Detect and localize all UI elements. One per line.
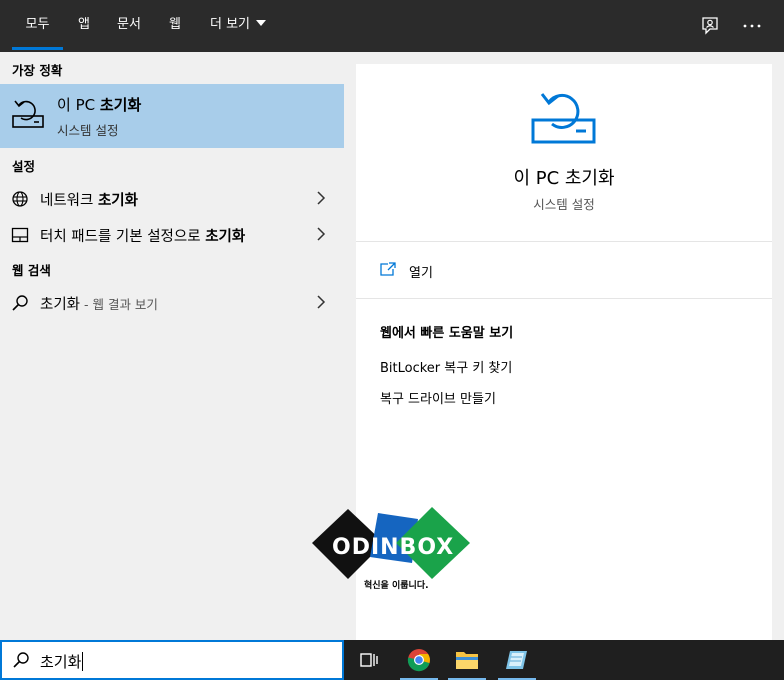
chevron-right-icon[interactable] — [316, 295, 326, 309]
settings-header: 설정 — [12, 159, 36, 174]
touchpad-icon — [11, 227, 29, 243]
reset-pc-icon — [531, 93, 596, 144]
best-match-item[interactable]: 이 PC 초기화 시스템 설정 — [0, 84, 344, 148]
open-label: 열기 — [409, 266, 433, 281]
tab-more[interactable]: 더 보기 — [202, 0, 274, 52]
file-explorer-taskbar-button[interactable] — [444, 640, 490, 680]
search-icon — [13, 652, 29, 668]
preview-subtitle: 시스템 설정 — [533, 197, 595, 212]
odinbox-logo: ODINBOX 혁신을 이룹니다. — [312, 505, 472, 595]
chevron-right-icon[interactable] — [316, 227, 326, 241]
divider — [356, 298, 772, 299]
search-icon — [12, 295, 28, 311]
text-cursor — [82, 652, 84, 671]
chevron-right-icon[interactable] — [316, 191, 326, 205]
task-view-button[interactable] — [346, 640, 392, 680]
folder-icon — [456, 652, 478, 669]
preview-title: 이 PC 초기화 — [513, 168, 615, 189]
tab-all[interactable]: 모두 — [12, 0, 63, 52]
app-taskbar-button[interactable] — [494, 640, 540, 680]
logo-text: ODINBOX — [332, 535, 455, 560]
tab-web[interactable]: 웹 — [160, 0, 190, 52]
taskbar — [344, 640, 784, 680]
open-button[interactable]: 열기 — [356, 242, 772, 298]
web-search-label: 초기화 - 웹 결과 보기 — [40, 297, 158, 313]
tab-documents[interactable]: 문서 — [110, 0, 148, 52]
chrome-taskbar-button[interactable] — [396, 640, 442, 680]
tab-label: 문서 — [117, 17, 141, 32]
chevron-down-icon — [256, 20, 266, 26]
notebook-app-icon — [506, 651, 527, 669]
web-search-header: 웹 검색 — [12, 263, 51, 278]
web-help-link-recovery-drive[interactable]: 복구 드라이브 만들기 — [380, 388, 496, 407]
feedback-icon[interactable] — [698, 14, 722, 38]
tab-label: 웹 — [169, 17, 181, 32]
tab-apps[interactable]: 앱 — [70, 0, 98, 52]
settings-item-label: 네트워크 초기화 — [40, 193, 138, 209]
settings-item-network-reset[interactable]: 네트워크 초기화 — [0, 181, 344, 215]
web-help-header: 웹에서 빠른 도움말 보기 — [380, 326, 514, 341]
best-match-subtitle: 시스템 설정 — [57, 123, 119, 138]
web-search-item[interactable]: 초기화 - 웹 결과 보기 — [0, 285, 344, 319]
results-list: 가장 정확 이 PC 초기화 시스템 설정 설정 네트워크 초기화 터치 패드를… — [0, 52, 344, 640]
more-options-icon[interactable] — [740, 14, 764, 38]
web-help-link-bitlocker[interactable]: BitLocker 복구 키 찾기 — [380, 357, 512, 376]
search-box[interactable]: 초기화 — [0, 640, 344, 680]
settings-item-label: 터치 패드를 기본 설정으로 초기화 — [40, 229, 246, 245]
search-input[interactable]: 초기화 — [40, 651, 84, 672]
logo-tagline: 혁신을 이룹니다. — [364, 581, 429, 591]
open-external-icon — [380, 262, 396, 276]
search-filter-bar: 모두 앱 문서 웹 더 보기 — [0, 0, 784, 52]
globe-icon — [12, 191, 28, 207]
tab-label: 모두 — [25, 17, 50, 32]
settings-item-touchpad-reset[interactable]: 터치 패드를 기본 설정으로 초기화 — [0, 217, 344, 251]
best-match-header: 가장 정확 — [12, 63, 63, 78]
tab-label: 앱 — [78, 17, 90, 32]
chrome-icon — [407, 649, 430, 672]
tab-label: 더 보기 — [209, 17, 250, 32]
best-match-title: 이 PC 초기화 — [57, 96, 142, 114]
reset-pc-icon — [12, 100, 44, 128]
task-view-icon — [360, 653, 378, 667]
